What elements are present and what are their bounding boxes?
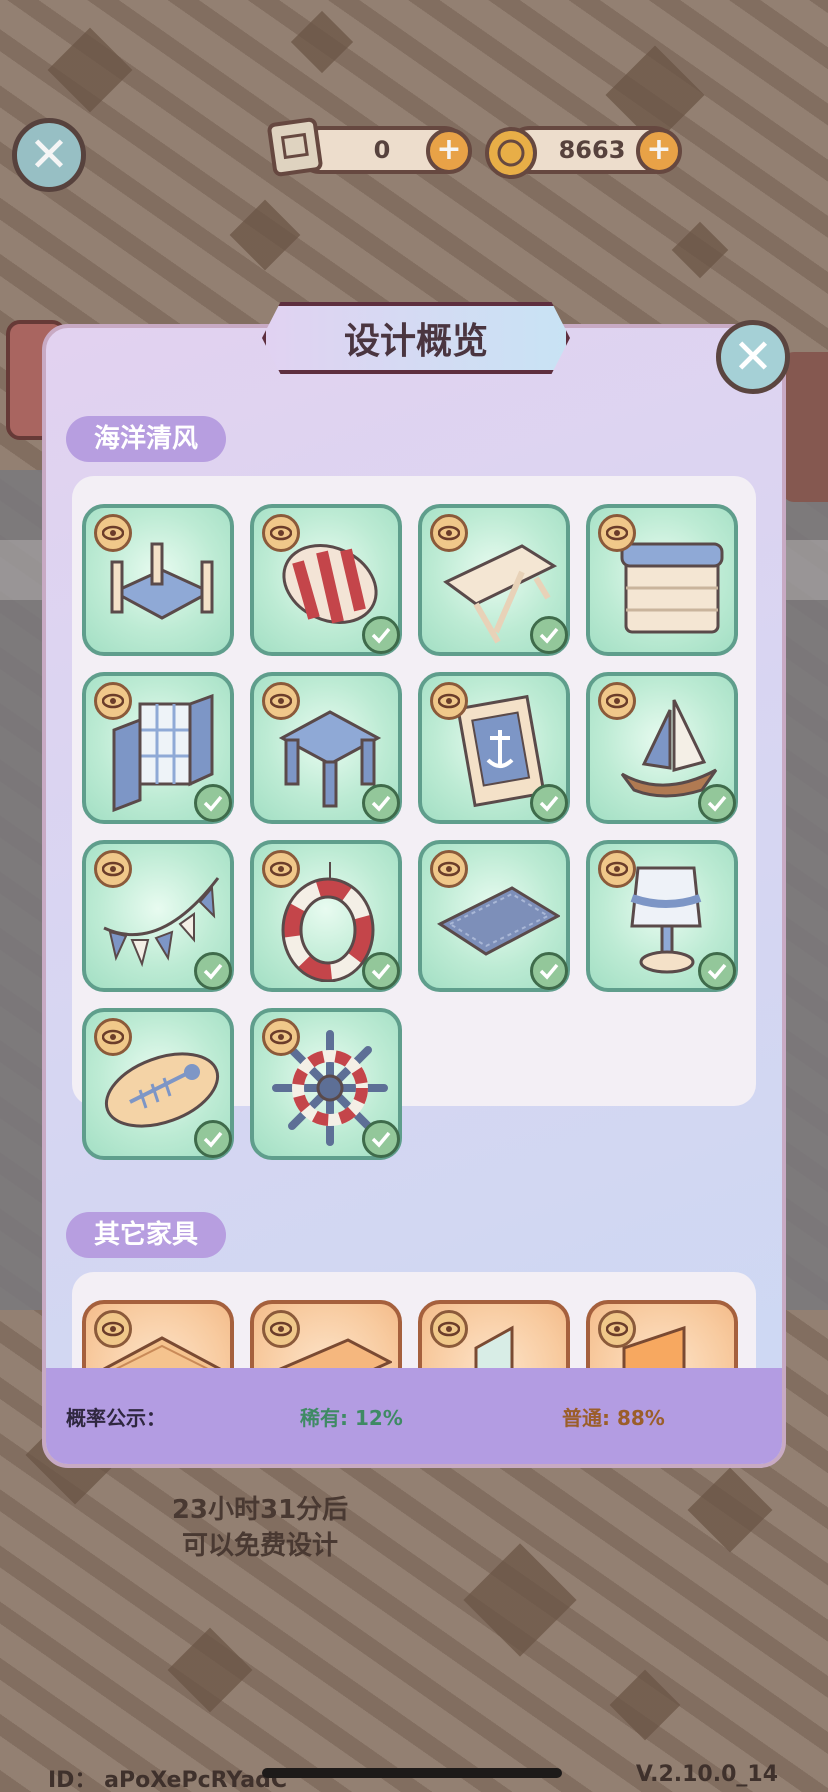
other-furniture-grid — [72, 1272, 756, 1368]
furniture-item[interactable] — [250, 504, 402, 656]
app-version: V.2.10.0_14 — [635, 1762, 778, 1787]
furniture-item[interactable] — [250, 1008, 402, 1160]
owned-check-icon — [194, 952, 232, 990]
preview-eye-icon[interactable] — [94, 850, 132, 888]
preview-eye-icon[interactable] — [430, 1310, 468, 1348]
user-id: ID： aPoXePcRYadC — [48, 1768, 288, 1792]
preview-eye-icon[interactable] — [262, 1018, 300, 1056]
preview-eye-icon[interactable] — [94, 514, 132, 552]
furniture-item[interactable] — [250, 672, 402, 824]
preview-eye-icon[interactable] — [430, 514, 468, 552]
preview-eye-icon[interactable] — [94, 682, 132, 720]
furniture-item[interactable] — [250, 1300, 402, 1368]
modal-close-button[interactable]: ✕ — [716, 320, 790, 394]
ocean-breeze-grid — [72, 476, 756, 1160]
owned-check-icon — [698, 952, 736, 990]
close-icon: ✕ — [732, 329, 774, 385]
furniture-item[interactable] — [418, 672, 570, 824]
modal-scroll-area[interactable]: 海洋清风 其它家具 — [46, 328, 782, 1368]
preview-eye-icon[interactable] — [262, 850, 300, 888]
design-overview-modal: 海洋清风 其它家具 概率公示： 稀有: 12% 普通: 88% — [42, 324, 786, 1468]
furniture-item[interactable] — [250, 840, 402, 992]
furniture-item[interactable] — [586, 1300, 738, 1368]
furniture-item[interactable] — [82, 672, 234, 824]
preview-eye-icon[interactable] — [598, 850, 636, 888]
furniture-item[interactable] — [82, 1008, 234, 1160]
furniture-item[interactable] — [418, 840, 570, 992]
owned-check-icon — [362, 1120, 400, 1158]
furniture-item[interactable] — [586, 840, 738, 992]
section-label-ocean-breeze: 海洋清风 — [66, 416, 227, 462]
preview-eye-icon[interactable] — [598, 682, 636, 720]
owned-check-icon — [362, 784, 400, 822]
furniture-item[interactable] — [586, 672, 738, 824]
common-probability: 普通: 88% — [562, 1405, 665, 1430]
furniture-item[interactable] — [418, 504, 570, 656]
owned-check-icon — [530, 784, 568, 822]
preview-eye-icon[interactable] — [94, 1310, 132, 1348]
owned-check-icon — [698, 784, 736, 822]
owned-check-icon — [530, 952, 568, 990]
furniture-item[interactable] — [586, 504, 738, 656]
owned-check-icon — [362, 616, 400, 654]
preview-eye-icon[interactable] — [262, 682, 300, 720]
preview-eye-icon[interactable] — [262, 1310, 300, 1348]
probability-bar: 概率公示： 稀有: 12% 普通: 88% — [46, 1368, 782, 1464]
preview-eye-icon[interactable] — [94, 1018, 132, 1056]
preview-eye-icon[interactable] — [598, 514, 636, 552]
rare-probability: 稀有: 12% — [300, 1405, 403, 1430]
probability-label: 概率公示： — [66, 1405, 166, 1430]
modal-title: 设计概览 — [262, 302, 570, 374]
owned-check-icon — [362, 952, 400, 990]
furniture-item[interactable] — [82, 1300, 234, 1368]
section-label-other-furniture: 其它家具 — [66, 1212, 227, 1258]
furniture-item[interactable] — [418, 1300, 570, 1368]
preview-eye-icon[interactable] — [430, 682, 468, 720]
home-indicator[interactable] — [262, 1768, 562, 1778]
owned-check-icon — [194, 1120, 232, 1158]
owned-check-icon — [194, 784, 232, 822]
furniture-item[interactable] — [82, 504, 234, 656]
preview-eye-icon[interactable] — [598, 1310, 636, 1348]
owned-check-icon — [530, 616, 568, 654]
preview-eye-icon[interactable] — [262, 514, 300, 552]
preview-eye-icon[interactable] — [430, 850, 468, 888]
furniture-item[interactable] — [82, 840, 234, 992]
